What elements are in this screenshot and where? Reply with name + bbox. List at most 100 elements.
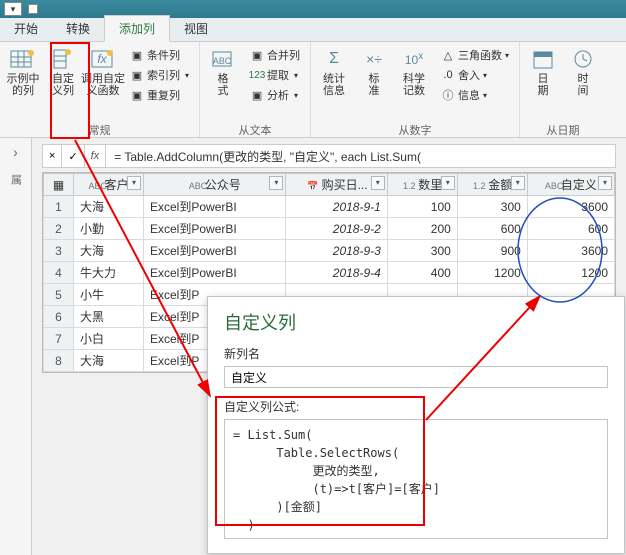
cell-customer[interactable]: 大海 [74, 196, 144, 218]
tab-view[interactable]: 视图 [170, 16, 222, 41]
col-date[interactable]: 📅购买日...▾ [286, 174, 387, 196]
tab-file[interactable]: 开始 [0, 16, 52, 41]
column-from-examples-button[interactable]: 示例中 的列 [4, 44, 42, 122]
qa-icon[interactable] [28, 4, 38, 14]
time-button[interactable]: 时 间 [564, 44, 602, 122]
cell-amount[interactable]: 1200 [457, 262, 527, 284]
invoke-function-button[interactable]: fx 调用自定 义函数 [84, 44, 122, 122]
cell-amount[interactable]: 600 [457, 218, 527, 240]
row-num: 4 [44, 262, 74, 284]
new-column-name-input[interactable] [224, 366, 608, 388]
row-num: 3 [44, 240, 74, 262]
expand-icon[interactable]: › [0, 138, 31, 166]
duplicate-column-button[interactable]: ▣重复列 [128, 86, 191, 104]
formula-editor[interactable]: = List.Sum( Table.SelectRows( 更改的类型, (t)… [224, 419, 608, 539]
cell-customer[interactable]: 大海 [74, 240, 144, 262]
cell-account[interactable]: Excel到PowerBI [144, 218, 286, 240]
merge-columns-button[interactable]: ▣合并列 [248, 46, 302, 64]
tab-transforms[interactable]: 转换 [52, 16, 104, 41]
cell-qty[interactable]: 200 [387, 218, 457, 240]
table-row[interactable]: 1大海Excel到PowerBI2018-9-11003003600 [44, 196, 615, 218]
scientific-icon: 10x [400, 47, 428, 71]
cell-amount[interactable]: 900 [457, 240, 527, 262]
row-num: 6 [44, 306, 74, 328]
tab-add-column[interactable]: 添加列 [104, 15, 170, 42]
cell-customer[interactable]: 小牛 [74, 284, 144, 306]
row-num: 5 [44, 284, 74, 306]
custom-column-dialog[interactable]: 自定义列 新列名 自定义列公式: = List.Sum( Table.Selec… [207, 296, 625, 554]
app-menu[interactable]: ▾ [4, 2, 22, 16]
chevron-down-icon: ▾ [505, 51, 509, 60]
cell-date[interactable]: 2018-9-1 [286, 196, 387, 218]
cell-amount[interactable]: 300 [457, 196, 527, 218]
group-label-text: 从文本 [204, 122, 306, 136]
cell-customer[interactable]: 大黑 [74, 306, 144, 328]
table-row[interactable]: 3大海Excel到PowerBI2018-9-33009003600 [44, 240, 615, 262]
table-row[interactable]: 2小勤Excel到PowerBI2018-9-2200600600 [44, 218, 615, 240]
cell-date[interactable]: 2018-9-3 [286, 240, 387, 262]
cell-qty[interactable]: 300 [387, 240, 457, 262]
cell-custom[interactable]: 600 [527, 218, 614, 240]
cell-customer[interactable]: 小白 [74, 328, 144, 350]
svg-text:fx: fx [97, 52, 107, 66]
cell-account[interactable]: Excel到PowerBI [144, 262, 286, 284]
formula-bar[interactable]: × ✓ fx = Table.AddColumn(更改的类型, "自定义", e… [42, 144, 616, 168]
extract-icon: 123 [250, 68, 264, 82]
row-num: 7 [44, 328, 74, 350]
col-amount[interactable]: 1.2金额▾ [457, 174, 527, 196]
dialog-title: 自定义列 [224, 309, 608, 335]
row-num: 2 [44, 218, 74, 240]
accept-formula[interactable]: ✓ [62, 145, 84, 167]
cell-account[interactable]: Excel到PowerBI [144, 240, 286, 262]
sidebar-label: 属 [8, 174, 24, 185]
svg-text:ABC: ABC [213, 56, 232, 66]
corner-header[interactable]: ▦ [44, 174, 74, 196]
sigma-icon: Σ [320, 47, 348, 71]
cell-account[interactable]: Excel到PowerBI [144, 196, 286, 218]
cell-date[interactable]: 2018-9-4 [286, 262, 387, 284]
col-customer[interactable]: ABC客户▾ [74, 174, 144, 196]
format-button[interactable]: ABC 格 式 [204, 44, 242, 122]
conditional-column-button[interactable]: ▣条件列 [128, 46, 191, 64]
custom-column-button[interactable]: 自定 义列 [44, 44, 82, 122]
cell-custom[interactable]: 3600 [527, 196, 614, 218]
formula-label: 自定义列公式: [224, 398, 608, 415]
cell-custom[interactable]: 1200 [527, 262, 614, 284]
ribbon-group-date: 日 期 时 间 从日期 [520, 42, 606, 137]
trig-icon: △ [441, 48, 455, 62]
cell-customer[interactable]: 小勤 [74, 218, 144, 240]
col-account[interactable]: ABC公众号▾ [144, 174, 286, 196]
queries-sidebar[interactable]: › 属 [0, 138, 32, 555]
cell-date[interactable]: 2018-9-2 [286, 218, 387, 240]
merge-icon: ▣ [250, 48, 264, 62]
trig-button[interactable]: △三角函数▾ [439, 46, 511, 64]
col-custom[interactable]: ABC自定义▾ [527, 174, 614, 196]
col-qty[interactable]: 1.2数里▾ [387, 174, 457, 196]
cancel-formula[interactable]: × [43, 145, 62, 167]
row-num: 1 [44, 196, 74, 218]
scientific-button[interactable]: 10x 科学 记数 [395, 44, 433, 122]
cell-custom[interactable]: 3600 [527, 240, 614, 262]
rounding-button[interactable]: .0舍入▾ [439, 66, 511, 84]
table-row[interactable]: 4牛大力Excel到PowerBI2018-9-440012001200 [44, 262, 615, 284]
chevron-down-icon: ▾ [483, 91, 487, 100]
parse-button[interactable]: ▣分析▾ [248, 86, 302, 104]
date-button[interactable]: 日 期 [524, 44, 562, 122]
header-row: ▦ ABC客户▾ ABC公众号▾ 📅购买日...▾ 1.2数里▾ 1.2金额▾ … [44, 174, 615, 196]
cell-customer[interactable]: 大海 [74, 350, 144, 372]
fx-icon[interactable]: fx [85, 145, 107, 167]
cell-qty[interactable]: 400 [387, 262, 457, 284]
index-column-button[interactable]: ▣索引列▾ [128, 66, 191, 84]
extract-button[interactable]: 123提取▾ [248, 66, 302, 84]
standard-button[interactable]: ×÷ 标 准 [355, 44, 393, 122]
information-button[interactable]: ⓘ信息▾ [439, 86, 511, 104]
table-icon [9, 47, 37, 71]
statistics-button[interactable]: Σ 统计 信息 [315, 44, 353, 122]
ribbon-group-text: ABC 格 式 ▣合并列 123提取▾ ▣分析▾ 从文本 [200, 42, 311, 137]
ribbon: 示例中 的列 自定 义列 fx 调用自定 义函数 ▣条件列 ▣索引列▾ ▣重复列… [0, 42, 626, 138]
chevron-down-icon: ▾ [294, 91, 298, 100]
formula-text[interactable]: = Table.AddColumn(更改的类型, "自定义", each Lis… [106, 148, 615, 165]
cell-qty[interactable]: 100 [387, 196, 457, 218]
standard-icon: ×÷ [360, 47, 388, 71]
cell-customer[interactable]: 牛大力 [74, 262, 144, 284]
